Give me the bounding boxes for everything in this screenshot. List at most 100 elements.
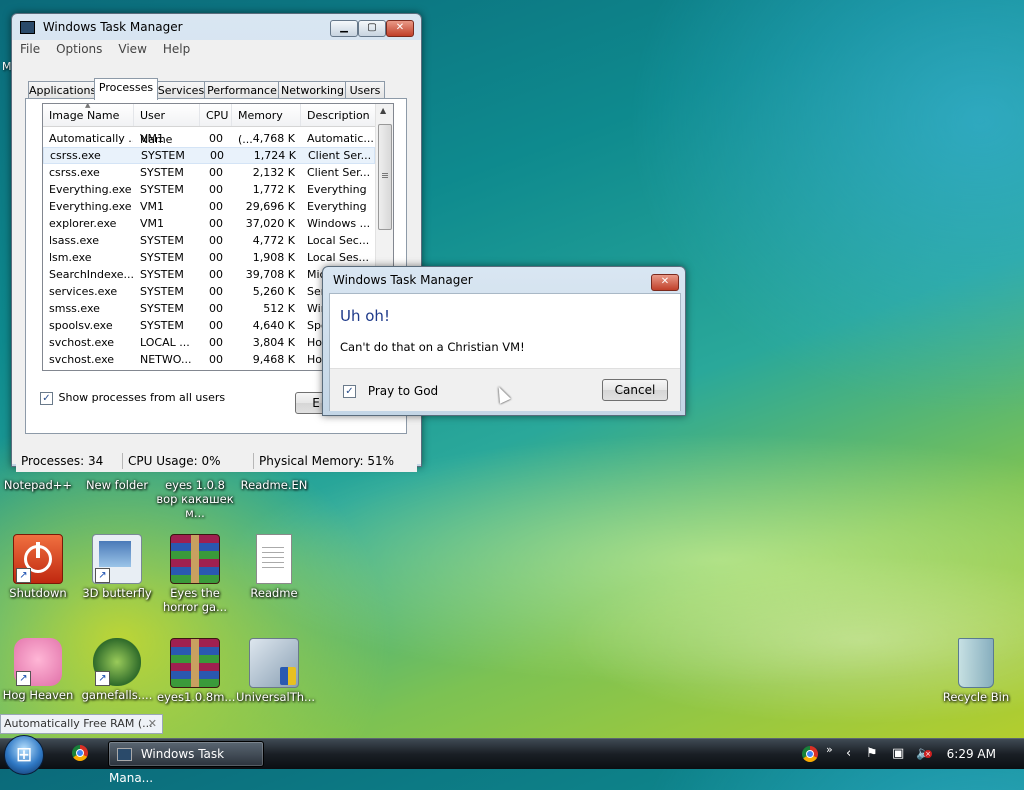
column-user-name[interactable]: User Name	[134, 104, 200, 146]
tab-performance[interactable]: Performance	[204, 81, 280, 99]
installer-icon	[249, 638, 299, 688]
taskbar: Windows Task Mana... » ‹ ⚑ ▣ 🔈× 6:29 AM	[0, 735, 1024, 785]
volume-muted-icon[interactable]: 🔈×	[916, 746, 932, 762]
dialog-titlebar[interactable]: Windows Task Manager ✕	[323, 267, 685, 293]
cell-image-name: Everything.exe	[49, 183, 132, 196]
tab-applications[interactable]: Applications	[28, 81, 96, 99]
desktop-icon-label: Readme.EN	[240, 478, 308, 492]
desktop-icon-new-folder[interactable]: New folder	[79, 478, 155, 492]
chrome-quicklaunch-icon[interactable]	[72, 745, 88, 761]
flag-icon[interactable]: ⚑	[866, 746, 878, 762]
desktop-icon-label: UniversalTh...	[236, 690, 316, 704]
desktop-icon-label: gamefalls....	[81, 688, 153, 702]
table-row[interactable]: csrss.exe SYSTEM 00 2,132 K Client Ser...	[43, 164, 375, 181]
table-row[interactable]: Everything.exe SYSTEM 00 1,772 K Everything	[43, 181, 375, 198]
checkbox-check-icon: ✓	[40, 391, 53, 405]
cell-cpu: 00	[209, 132, 223, 145]
app-icon	[20, 21, 35, 34]
desktop-icon-label: Recycle Bin	[942, 690, 1010, 704]
cell-user-name: VM1	[140, 200, 165, 213]
desktop-icon-shutdown[interactable]: ↗ Shutdown	[0, 534, 76, 600]
task-manager-titlebar[interactable]: Windows Task Manager ▁ ▢ ✕	[12, 14, 421, 40]
cell-description: Local Ses...	[307, 251, 369, 264]
pig-icon: ↗	[14, 638, 62, 686]
cell-memory: 4,768 K	[252, 132, 295, 145]
menu-view[interactable]: View	[110, 40, 154, 56]
table-row[interactable]: explorer.exe VM1 00 37,020 K Windows ...	[43, 215, 375, 232]
show-all-users-label: Show processes from all users	[58, 391, 226, 404]
column-cpu[interactable]: CPU	[200, 104, 232, 126]
cell-image-name: csrss.exe	[50, 149, 101, 162]
cell-cpu: 00	[209, 234, 223, 247]
cell-user-name: SYSTEM	[140, 251, 184, 264]
cell-image-name: svchost.exe	[49, 368, 133, 370]
shortcut-arrow-icon: ↗	[95, 671, 110, 686]
cell-cpu: 00	[209, 368, 229, 370]
table-row[interactable]: Everything.exe VM1 00 29,696 K Everything	[43, 198, 375, 215]
show-all-users-checkbox[interactable]: ✓ Show processes from all users	[40, 391, 225, 405]
tab-users[interactable]: Users	[345, 81, 385, 99]
column-description[interactable]: Description	[301, 104, 375, 126]
desktop-icon-label: Notepad++	[3, 478, 73, 492]
taskbar-clock[interactable]: 6:29 AM	[947, 739, 996, 769]
close-icon[interactable]: ✕	[148, 715, 157, 733]
chevron-double-right-icon[interactable]: »	[826, 742, 833, 758]
cell-memory: 3,804 K	[252, 336, 295, 349]
desktop-icon-eyes-108m[interactable]: eyes1.0.8m...	[157, 638, 235, 704]
cell-cpu: 00	[209, 319, 223, 332]
desktop-icon-notepadpp[interactable]: Notepad++	[0, 478, 76, 492]
tab-services[interactable]: Services	[156, 81, 206, 99]
network-icon[interactable]: ▣	[892, 746, 904, 762]
fish-icon: ↗	[93, 638, 141, 686]
cell-memory: 4,668 K	[233, 368, 295, 370]
process-list-header: Image Name User Name CPU Memory (... Des…	[43, 104, 375, 146]
cell-cpu: 00	[209, 183, 223, 196]
desktop-icon-readme[interactable]: Readme	[236, 534, 312, 600]
table-row[interactable]: csrss.exe SYSTEM 00 1,724 K Client Ser...	[43, 147, 375, 164]
desktop-icon-hog-heaven[interactable]: ↗ Hog Heaven Buddy Bears	[0, 638, 76, 702]
scroll-up-icon[interactable]: ▲	[380, 106, 386, 115]
checkbox-check-icon: ✓	[343, 385, 356, 398]
column-memory[interactable]: Memory (...	[232, 104, 301, 146]
scrollbar-thumb[interactable]	[378, 124, 392, 230]
desktop-icon-eyes-game[interactable]: eyes 1.0.8 вор какашек м...	[154, 478, 236, 520]
screensaver-icon: ↗	[92, 534, 142, 584]
desktop-icon-readme-en[interactable]: Readme.EN	[236, 478, 312, 492]
desktop-icon-label: Readme	[250, 586, 298, 600]
table-row[interactable]: lsm.exe SYSTEM 00 1,908 K Local Ses...	[43, 249, 375, 266]
maximize-button[interactable]: ▢	[358, 20, 386, 37]
app-icon	[117, 748, 132, 761]
status-processes: Processes: 34	[21, 454, 104, 468]
desktop-icon-3d-butterfly[interactable]: ↗ 3D butterfly	[79, 534, 155, 600]
maximize-icon: ▢	[367, 22, 377, 33]
chrome-tray-icon[interactable]	[802, 746, 818, 762]
tab-processes[interactable]: Processes	[94, 78, 158, 100]
cell-description: Automatic...	[307, 132, 373, 145]
close-button[interactable]: ✕	[386, 20, 414, 37]
desktop-icon-label: Eyes the horror ga...	[162, 586, 228, 614]
menu-options[interactable]: Options	[48, 40, 110, 56]
recycle-bin-icon	[958, 638, 994, 688]
menu-file[interactable]: File	[12, 40, 48, 56]
start-button[interactable]	[4, 735, 44, 775]
desktop-icon-gamefalls[interactable]: ↗ gamefalls....	[79, 638, 155, 702]
table-row[interactable]: lsass.exe SYSTEM 00 4,772 K Local Sec...	[43, 232, 375, 249]
desktop-icon-universal-theme[interactable]: UniversalTh...	[236, 638, 316, 704]
chevron-left-icon[interactable]: ‹	[846, 746, 851, 762]
desktop-icon-label: Hog Heaven Buddy Bears	[2, 688, 74, 702]
menu-help[interactable]: Help	[155, 40, 198, 56]
shortcut-arrow-icon: ↗	[95, 568, 110, 583]
desktop-icon-eyes-horror[interactable]: Eyes the horror ga...	[157, 534, 233, 614]
table-row[interactable]: Automatically ... VM1 00 4,768 K Automatic..…	[43, 130, 375, 147]
cancel-button[interactable]: Cancel	[602, 379, 668, 401]
cell-description: Client Ser...	[307, 166, 371, 179]
pray-checkbox[interactable]: ✓ Pray to God	[343, 384, 438, 398]
menu-bar: File Options View Help	[12, 40, 421, 60]
tab-networking[interactable]: Networking	[278, 81, 347, 99]
taskbar-task-manager[interactable]: Windows Task Mana...	[108, 741, 264, 785]
power-icon: ↗	[13, 534, 63, 584]
minimize-button[interactable]: ▁	[330, 20, 358, 37]
end-process-label: E	[312, 396, 320, 410]
desktop-icon-recycle-bin[interactable]: Recycle Bin	[938, 638, 1014, 704]
dialog-close-button[interactable]: ✕	[651, 274, 679, 291]
